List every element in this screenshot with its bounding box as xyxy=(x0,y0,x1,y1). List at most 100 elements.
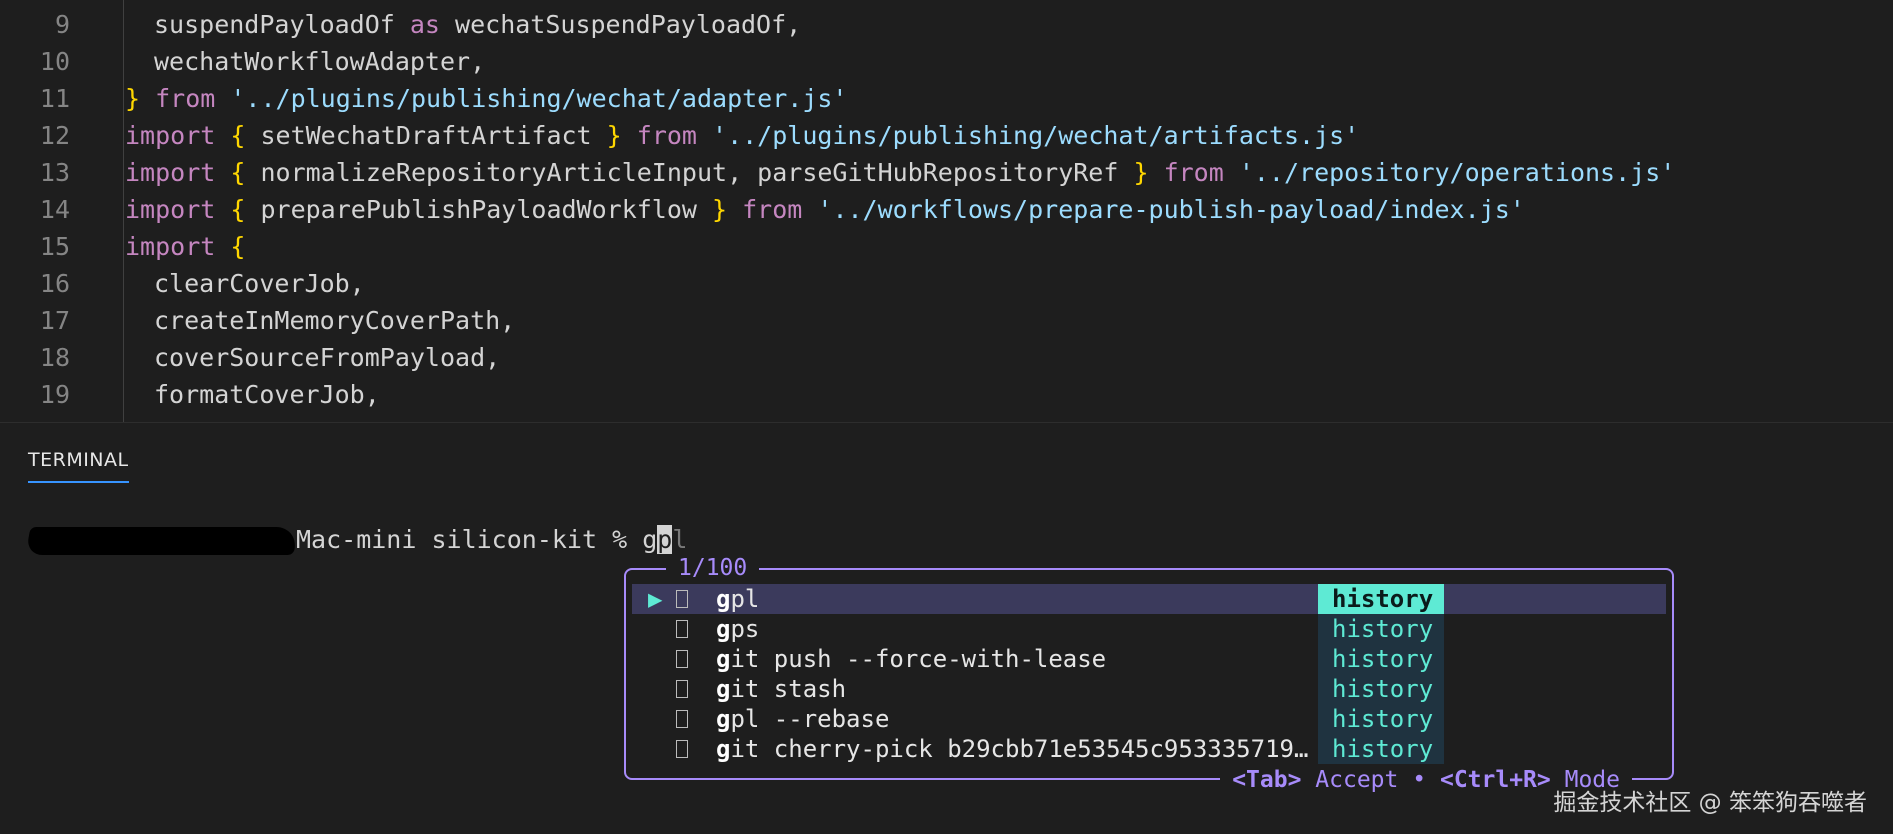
code-token: wechatWorkflowAdapter, xyxy=(154,47,486,76)
code-token: { xyxy=(230,195,246,224)
code-line: 10 wechatWorkflowAdapter, xyxy=(0,43,1893,80)
completion-source-badge: history xyxy=(1318,644,1444,674)
selected-arrow-icon: ▶ xyxy=(648,585,663,613)
code-token: } xyxy=(712,195,728,224)
code-token: clearCoverJob, xyxy=(154,269,365,298)
line-number: 18 xyxy=(39,343,70,372)
completion-text: gps xyxy=(716,614,759,644)
code-line: 14 import { preparePublishPayloadWorkflow… xyxy=(0,191,1893,228)
code-token: import xyxy=(125,232,231,261)
code-token: { xyxy=(230,158,246,187)
line-number: 14 xyxy=(39,195,70,224)
tab-terminal[interactable]: TERMINAL xyxy=(28,449,129,483)
code-token: suspendPayloadOf xyxy=(154,10,410,39)
code-token: { xyxy=(230,121,246,150)
code-text: createInMemoryCoverPath, xyxy=(154,302,515,339)
match-highlight: g xyxy=(716,615,731,643)
code-text: formatCoverJob, xyxy=(154,376,380,413)
code-token: preparePublishPayloadWorkflow xyxy=(245,195,713,224)
completion-item[interactable]: git cherry-pick b29cbb71e53545c953335719… xyxy=(632,734,1666,764)
code-token: { xyxy=(230,232,246,261)
line-number: 9 xyxy=(54,10,70,39)
completion-text: git push --force-with-lease xyxy=(716,644,1106,674)
glyph-box-icon xyxy=(676,710,688,728)
glyph-box-icon xyxy=(676,590,688,608)
code-token: coverSourceFromPayload, xyxy=(154,343,501,372)
completion-item[interactable]: git push --force-with-lease history xyxy=(632,644,1666,674)
completion-source-badge: history xyxy=(1318,704,1444,734)
completion-item[interactable]: gps history xyxy=(632,614,1666,644)
code-text: coverSourceFromPayload, xyxy=(154,339,500,376)
code-line: 15 import { xyxy=(0,228,1893,265)
code-text: clearCoverJob, xyxy=(154,265,365,302)
completion-item[interactable]: ▶ gpl history xyxy=(632,584,1666,614)
glyph-box-icon xyxy=(676,740,688,758)
code-token: import xyxy=(125,195,231,224)
redacted-username xyxy=(25,527,299,555)
code-text: import { xyxy=(125,228,245,265)
code-token: setWechatDraftArtifact xyxy=(245,121,607,150)
line-number: 12 xyxy=(39,121,70,150)
code-text: import { preparePublishPayloadWorkflow }… xyxy=(125,191,1525,228)
match-highlight: g xyxy=(716,705,731,733)
code-token: from xyxy=(621,121,713,150)
code-line: 11 } from '../plugins/publishing/wechat/a… xyxy=(0,80,1893,117)
completion-source-badge: history xyxy=(1318,674,1444,704)
accept-key: <Tab> xyxy=(1232,767,1302,793)
code-line: 18 coverSourceFromPayload, xyxy=(0,339,1893,376)
code-token: '../plugins/publishing/wechat/artifacts.… xyxy=(712,121,1360,150)
line-number: 17 xyxy=(39,306,70,335)
line-number: 19 xyxy=(39,380,70,409)
glyph-box-icon xyxy=(676,650,688,668)
completion-text: git cherry-pick b29cbb71e53545c953335719… xyxy=(716,734,1308,764)
code-token: from xyxy=(140,84,231,113)
code-line: 9 suspendPayloadOf as wechatSuspendPayloa… xyxy=(0,6,1893,43)
terminal-cursor: p xyxy=(657,525,673,554)
completion-item[interactable]: gpl --rebase history xyxy=(632,704,1666,734)
match-highlight: g xyxy=(716,645,731,673)
code-token: import xyxy=(125,121,231,150)
completion-source-badge: history xyxy=(1318,734,1444,764)
completion-popup: 1/100 <Tab> Accept • <Ctrl+R> Mode ▶ gpl h… xyxy=(624,554,1674,794)
code-token: createInMemoryCoverPath, xyxy=(154,306,516,335)
terminal-prompt[interactable]: Mac-mini silicon-kit % gpl xyxy=(25,523,688,557)
code-text: suspendPayloadOf as wechatSuspendPayload… xyxy=(154,6,801,43)
code-line: 19 formatCoverJob, xyxy=(0,376,1893,413)
code-line: 17 createInMemoryCoverPath, xyxy=(0,302,1893,339)
line-number: 16 xyxy=(39,269,70,298)
code-text: import { setWechatDraftArtifact } from '… xyxy=(125,117,1359,154)
code-text: } from '../plugins/publishing/wechat/ada… xyxy=(125,80,847,117)
completion-text: gpl --rebase xyxy=(716,704,889,734)
completion-rest: it push --force-with-lease xyxy=(730,645,1107,673)
accept-label[interactable]: Accept xyxy=(1315,767,1398,793)
mode-key: <Ctrl+R> xyxy=(1439,767,1551,793)
code-token: } xyxy=(125,84,141,113)
code-token: } xyxy=(606,121,622,150)
code-line: 12 import { setWechatDraftArtifact } from… xyxy=(0,117,1893,154)
glyph-box-icon xyxy=(676,620,688,638)
completion-count: 1/100 xyxy=(666,554,760,582)
completion-source-badge: history xyxy=(1318,584,1444,614)
line-number: 10 xyxy=(39,47,70,76)
code-token: '../repository/operations.js' xyxy=(1238,158,1676,187)
glyph-box-icon xyxy=(676,680,688,698)
code-editor[interactable]: 9 suspendPayloadOf as wechatSuspendPayloa… xyxy=(0,0,1893,422)
code-text: import { normalizeRepositoryArticleInput… xyxy=(125,154,1675,191)
code-token: from xyxy=(727,195,818,224)
completion-item[interactable]: git stash history xyxy=(632,674,1666,704)
match-highlight: g xyxy=(716,585,731,613)
code-token: import xyxy=(125,158,231,187)
ghost-suggestion: l xyxy=(672,525,688,554)
bottom-panel: TERMINAL Mac-mini silicon-kit % gpl 1/10… xyxy=(0,422,1893,834)
prompt-host: Mac-mini silicon-kit % xyxy=(296,525,643,554)
match-highlight: g xyxy=(716,675,731,703)
completion-rest: pl xyxy=(730,585,760,613)
code-text: wechatWorkflowAdapter, xyxy=(154,43,485,80)
match-highlight: g xyxy=(716,735,731,763)
completion-rest: it stash xyxy=(730,675,847,703)
code-token: '../workflows/prepare-publish-payload/in… xyxy=(817,195,1525,224)
line-number: 13 xyxy=(39,158,70,187)
code-line: 13 import { normalizeRepositoryArticleInp… xyxy=(0,154,1893,191)
line-number: 11 xyxy=(39,84,70,113)
watermark: 掘金技术社区 @ 笨笨狗吞噬者 xyxy=(1553,790,1867,816)
